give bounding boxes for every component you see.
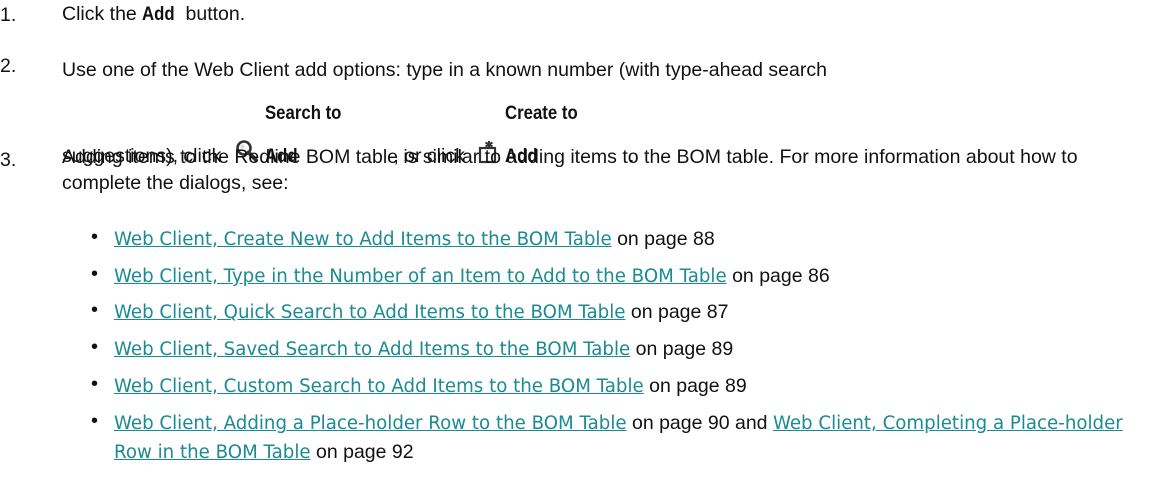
bullet-icon: • — [91, 336, 99, 358]
reference-link[interactable]: Web Client, Create New to Add Items to t… — [114, 229, 612, 250]
step-text-segment: button. — [180, 3, 246, 25]
bullet-icon: • — [91, 410, 99, 432]
page-reference: on page 89 — [643, 375, 747, 397]
page-reference: on page 86 — [726, 265, 830, 287]
bullet-icon: • — [91, 299, 99, 321]
step-number: 2. — [0, 55, 17, 77]
page-reference: on page 88 — [611, 228, 715, 250]
step-text-line: Use one of the Web Client add options: t… — [62, 59, 827, 81]
document-page: { "steps": [ { "number": "1.", "text_bef… — [0, 0, 1156, 491]
step-number: 3. — [0, 149, 17, 171]
reference-link[interactable]: Web Client, Saved Search to Add Items to… — [114, 339, 630, 360]
bullet-icon: • — [91, 226, 99, 248]
step-number: 1. — [0, 4, 17, 26]
step-text: Click the Add button. — [62, 0, 1150, 30]
add-button-label: Add — [142, 3, 175, 25]
bullet-icon: • — [91, 263, 99, 285]
step-text: Adding items to the Redline BOM table is… — [62, 146, 1078, 194]
reference-link[interactable]: Web Client, Type in the Number of an Ite… — [114, 266, 727, 287]
page-reference: on page 90 and — [626, 412, 773, 434]
page-reference: on page 92 — [310, 441, 414, 463]
reference-link[interactable]: Web Client, Custom Search to Add Items t… — [114, 376, 644, 397]
bullet-icon: • — [91, 373, 99, 395]
reference-link[interactable]: Web Client, Quick Search to Add Items to… — [114, 302, 625, 323]
page-reference: on page 87 — [625, 301, 729, 323]
step-text-segment: Click the — [62, 3, 143, 25]
page-reference: on page 89 — [630, 338, 734, 360]
reference-link[interactable]: Web Client, Adding a Place-holder Row to… — [114, 413, 627, 434]
